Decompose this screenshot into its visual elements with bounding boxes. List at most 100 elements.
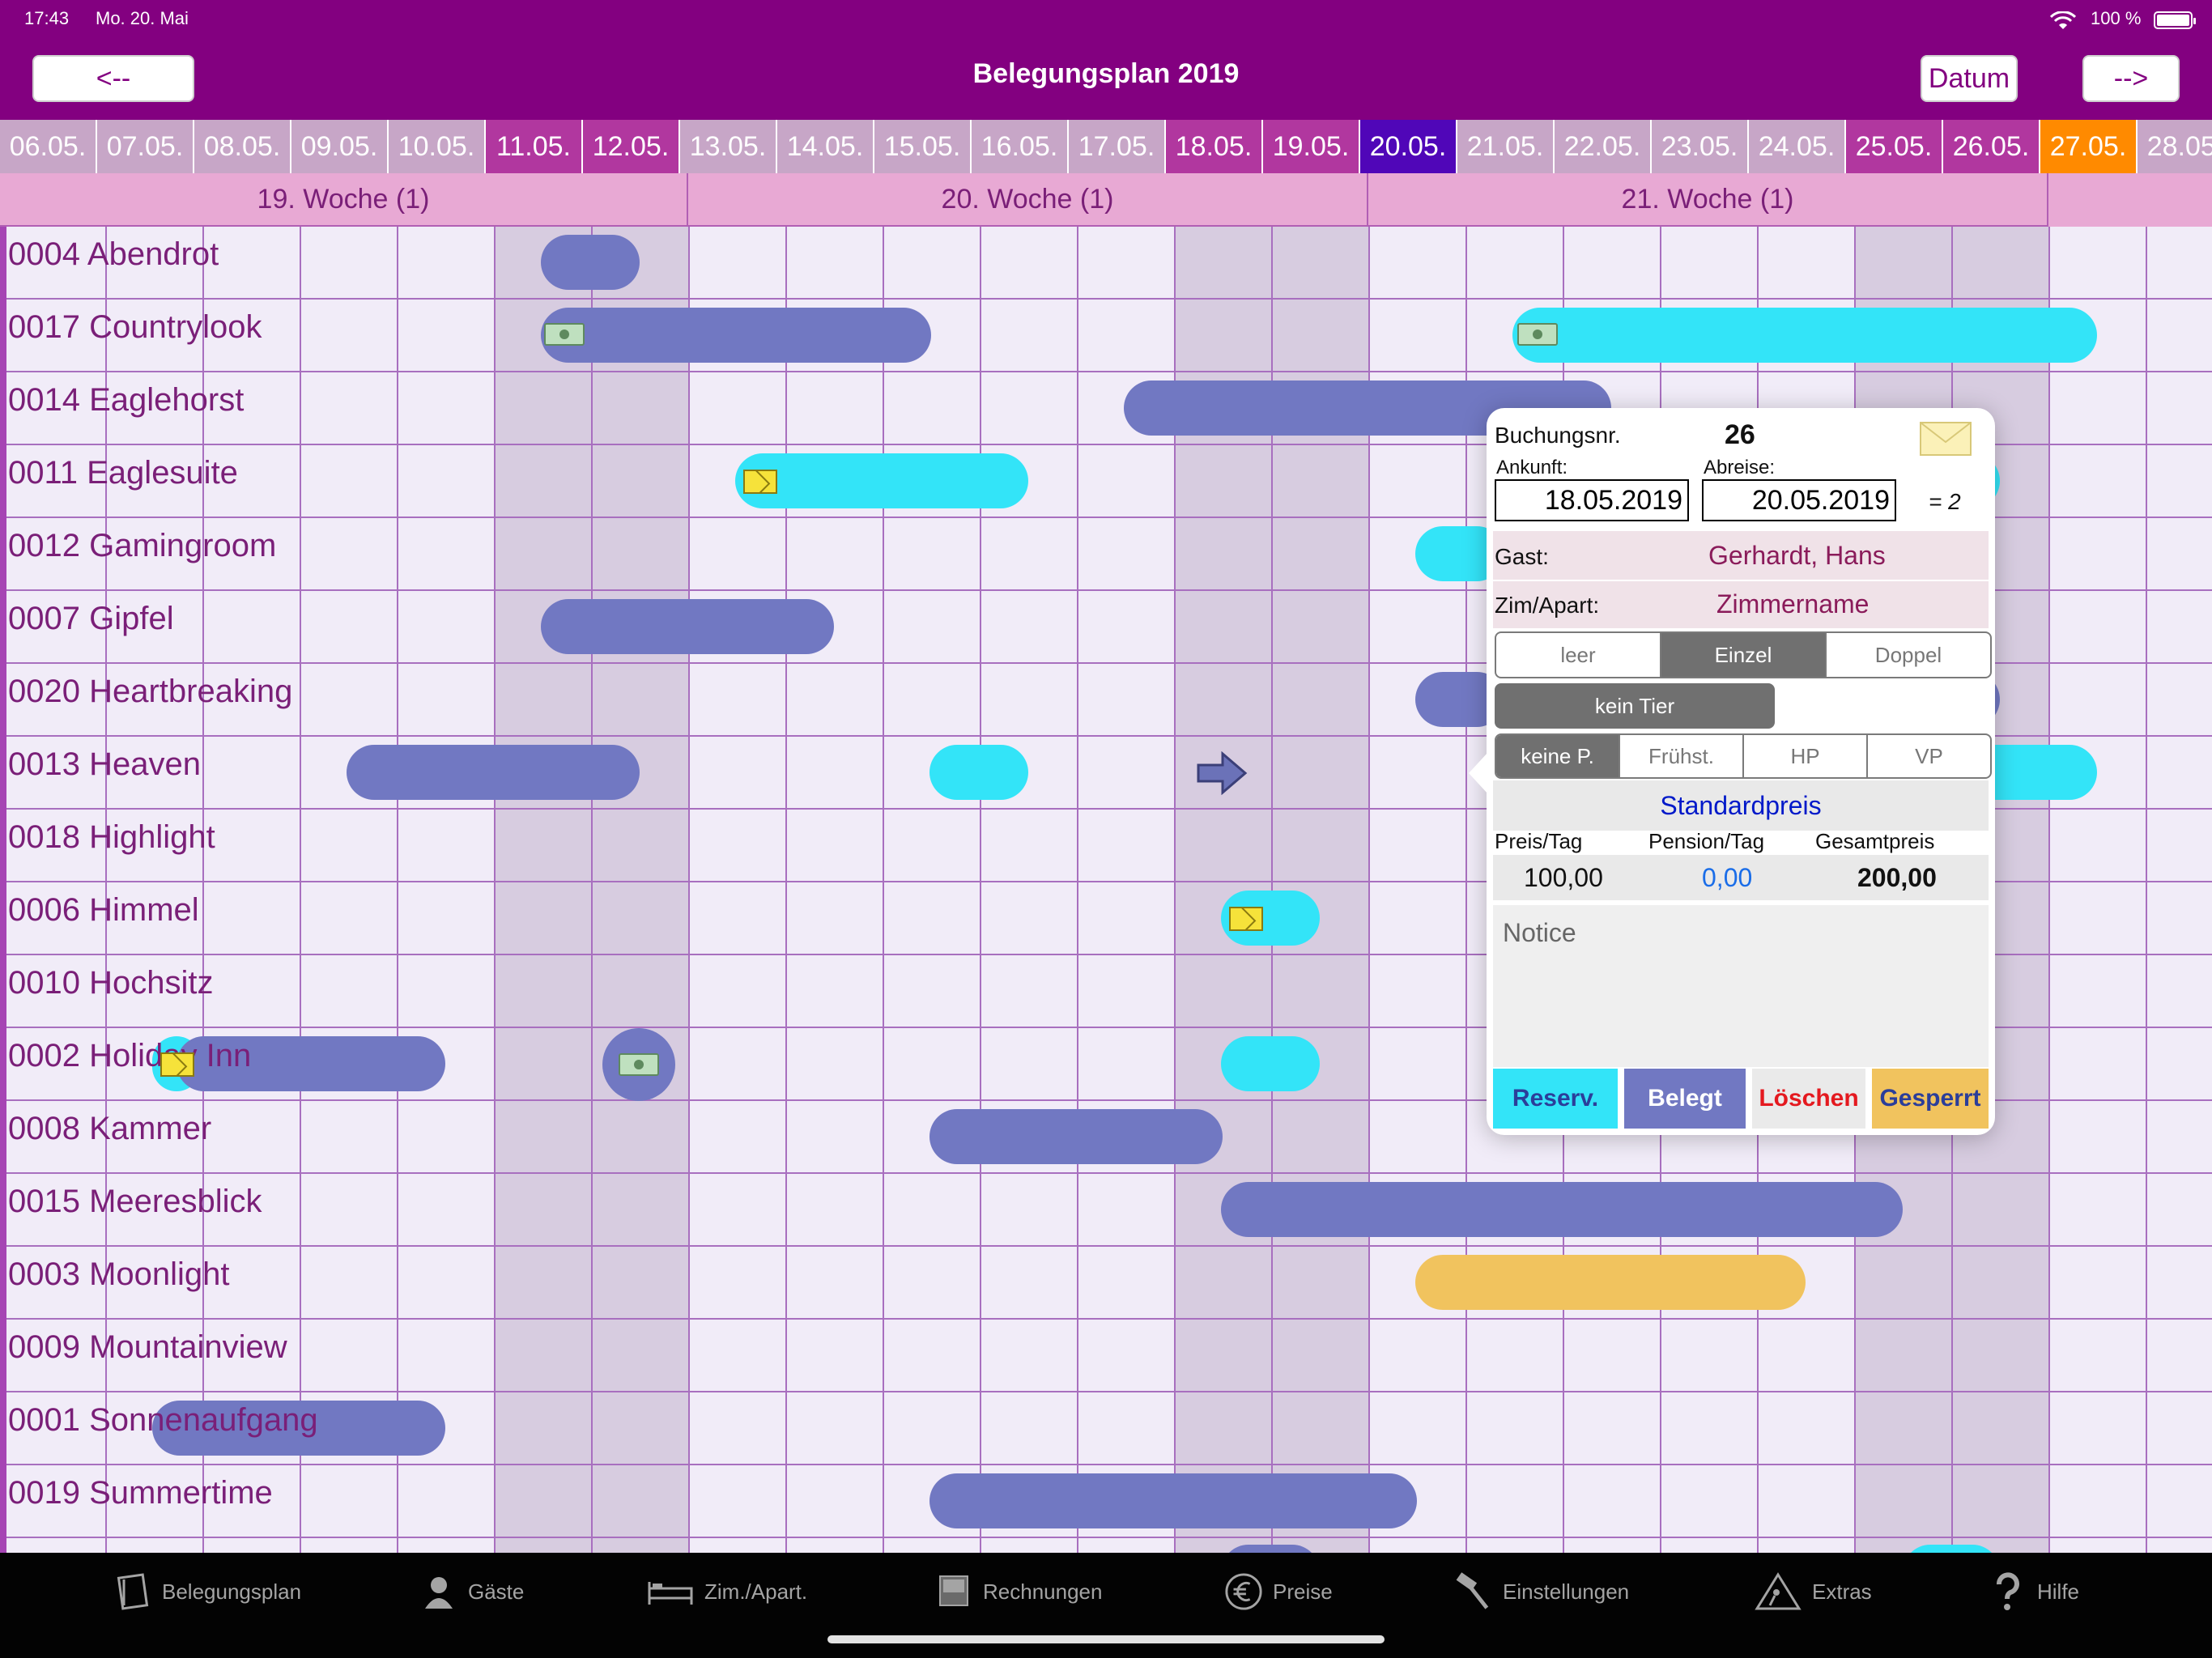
- booking-bar-belegt[interactable]: [541, 235, 640, 290]
- date-header-cell[interactable]: 14.05.: [777, 120, 874, 173]
- date-header-cell[interactable]: 13.05.: [680, 120, 777, 173]
- pet-toggle-button[interactable]: kein Tier: [1495, 683, 1775, 729]
- tab-einstellungen[interactable]: Einstellungen: [1454, 1553, 1629, 1630]
- gast-value[interactable]: Gerhardt, Hans: [1708, 541, 1886, 571]
- room-label[interactable]: 0010 Hochsitz: [8, 965, 213, 1001]
- date-header-cell[interactable]: 24.05.: [1749, 120, 1846, 173]
- gast-label: Gast:: [1495, 544, 1549, 569]
- room-label[interactable]: 0017 Countrylook: [8, 309, 262, 346]
- room-label[interactable]: 0011 Eaglesuite: [8, 455, 238, 491]
- room-label[interactable]: 0006 Himmel: [8, 892, 199, 929]
- date-header-cell[interactable]: 22.05.: [1555, 120, 1652, 173]
- grid-column-line: [980, 227, 981, 1553]
- occupancy-segmented-control: leer Einzel Doppel: [1495, 631, 1992, 678]
- booking-bar-belegt[interactable]: [541, 308, 931, 363]
- date-header-cell[interactable]: 09.05.: [291, 120, 389, 173]
- date-header-cell[interactable]: 16.05.: [972, 120, 1069, 173]
- date-header-cell[interactable]: 26.05.: [1943, 120, 2040, 173]
- date-header-cell[interactable]: 12.05.: [583, 120, 680, 173]
- grid-row-line: [0, 1391, 2212, 1392]
- notice-textarea[interactable]: Notice: [1493, 905, 1989, 1067]
- room-label[interactable]: 0009 Mountainview: [8, 1329, 287, 1366]
- room-label[interactable]: 0008 Kammer: [8, 1111, 211, 1147]
- date-header-cell[interactable]: 19.05.: [1263, 120, 1360, 173]
- grid-row-line: [0, 298, 2212, 300]
- segment-vp[interactable]: VP: [1868, 735, 1990, 777]
- date-header-cell[interactable]: 06.05.: [0, 120, 97, 173]
- booking-bar-belegt[interactable]: [929, 1109, 1223, 1164]
- abreise-field[interactable]: 20.05.2019: [1702, 479, 1896, 521]
- date-header-cell[interactable]: 15.05.: [874, 120, 972, 173]
- extras-icon: [1754, 1572, 1802, 1611]
- grid-column-line: [397, 227, 398, 1553]
- tab-hilfe[interactable]: Hilfe: [1989, 1553, 2079, 1630]
- room-label[interactable]: 0018 Highlight: [8, 819, 215, 856]
- segment-hp[interactable]: HP: [1744, 735, 1868, 777]
- room-label[interactable]: 0019 Summertime: [8, 1475, 273, 1511]
- tab-belegungsplan[interactable]: Belegungsplan: [113, 1553, 301, 1630]
- room-label[interactable]: 0007 Gipfel: [8, 601, 174, 637]
- tab-preise[interactable]: Preise: [1224, 1553, 1333, 1630]
- date-header-cell[interactable]: 10.05.: [389, 120, 486, 173]
- room-label[interactable]: 0004 Abendrot: [8, 236, 219, 273]
- reserv-button[interactable]: Reserv.: [1493, 1069, 1618, 1129]
- date-header-cell[interactable]: 18.05.: [1166, 120, 1263, 173]
- gesperrt-button[interactable]: Gesperrt: [1872, 1069, 1989, 1129]
- date-header-cell[interactable]: 27.05.: [2040, 120, 2138, 173]
- booking-bar-reserv[interactable]: [735, 453, 1028, 508]
- booking-bar-reserv[interactable]: [929, 745, 1028, 800]
- battery-percent: 100 %: [2091, 8, 2142, 28]
- segment-doppel[interactable]: Doppel: [1827, 633, 1990, 677]
- tab-rechnungen[interactable]: Rechnungen: [934, 1553, 1102, 1630]
- belegt-button[interactable]: Belegt: [1624, 1069, 1746, 1129]
- date-header-cell[interactable]: 23.05.: [1652, 120, 1749, 173]
- booking-bar-reserv[interactable]: [1512, 308, 2097, 363]
- bed-icon: [646, 1572, 695, 1611]
- room-label[interactable]: 0012 Gamingroom: [8, 528, 276, 564]
- date-header-cell[interactable]: 17.05.: [1069, 120, 1166, 173]
- room-label[interactable]: 0001 Sonnenaufgang: [8, 1402, 318, 1439]
- room-label[interactable]: 0013 Heaven: [8, 746, 201, 783]
- date-header-cell[interactable]: 28.05.: [2138, 120, 2212, 173]
- next-button[interactable]: -->: [2082, 55, 2180, 102]
- segment-fruehstueck[interactable]: Frühst.: [1620, 735, 1744, 777]
- room-label[interactable]: 0003 Moonlight: [8, 1256, 230, 1293]
- booking-bar-belegt[interactable]: [1221, 1182, 1903, 1237]
- pension-tag-value[interactable]: 0,00: [1702, 863, 1752, 893]
- tab-zimmer[interactable]: Zim./Apart.: [646, 1553, 807, 1630]
- room-label[interactable]: 0015 Meeresblick: [8, 1184, 262, 1220]
- segment-keine-pension[interactable]: keine P.: [1496, 735, 1620, 777]
- segment-einzel[interactable]: Einzel: [1661, 633, 1827, 677]
- booking-bar-belegt[interactable]: [347, 745, 640, 800]
- price-mode-button[interactable]: Standardpreis: [1493, 780, 1989, 831]
- preis-tag-value[interactable]: 100,00: [1524, 863, 1603, 893]
- tab-gaeste[interactable]: Gäste: [419, 1553, 524, 1630]
- ankunft-field[interactable]: 18.05.2019: [1495, 479, 1689, 521]
- zim-value[interactable]: Zimmername: [1716, 589, 1869, 619]
- booking-bar-belegt[interactable]: [929, 1473, 1417, 1528]
- tab-extras[interactable]: Extras: [1754, 1553, 1872, 1630]
- date-header-cell[interactable]: 25.05.: [1846, 120, 1943, 173]
- room-label[interactable]: 0002 Holiday Inn: [8, 1038, 251, 1074]
- datum-button[interactable]: Datum: [1921, 55, 2018, 102]
- grid-column-line: [591, 227, 593, 1553]
- booking-bar-gesperrt[interactable]: [1415, 1255, 1806, 1310]
- tab-label: Zim./Apart.: [704, 1579, 808, 1604]
- date-header-cell[interactable]: 07.05.: [97, 120, 194, 173]
- date-header-cell[interactable]: 08.05.: [194, 120, 291, 173]
- mail-icon[interactable]: [1919, 421, 1972, 457]
- grid-row-line: [0, 1537, 2212, 1538]
- date-header-cell[interactable]: 21.05.: [1457, 120, 1555, 173]
- date-header-cell[interactable]: 11.05.: [486, 120, 583, 173]
- guest-icon: [419, 1572, 458, 1611]
- booking-bar-belegt[interactable]: [541, 599, 834, 654]
- buchungsnr-value: 26: [1725, 419, 1755, 450]
- segment-leer[interactable]: leer: [1496, 633, 1661, 677]
- date-header-cell[interactable]: 20.05.: [1360, 120, 1457, 173]
- room-label[interactable]: 0020 Heartbreaking: [8, 674, 292, 710]
- grid-column-line: [883, 227, 884, 1553]
- payment-icon: [619, 1053, 659, 1076]
- room-label[interactable]: 0014 Eaglehorst: [8, 382, 244, 419]
- loeschen-button[interactable]: Löschen: [1752, 1069, 1865, 1129]
- booking-bar-reserv[interactable]: [1221, 1036, 1320, 1091]
